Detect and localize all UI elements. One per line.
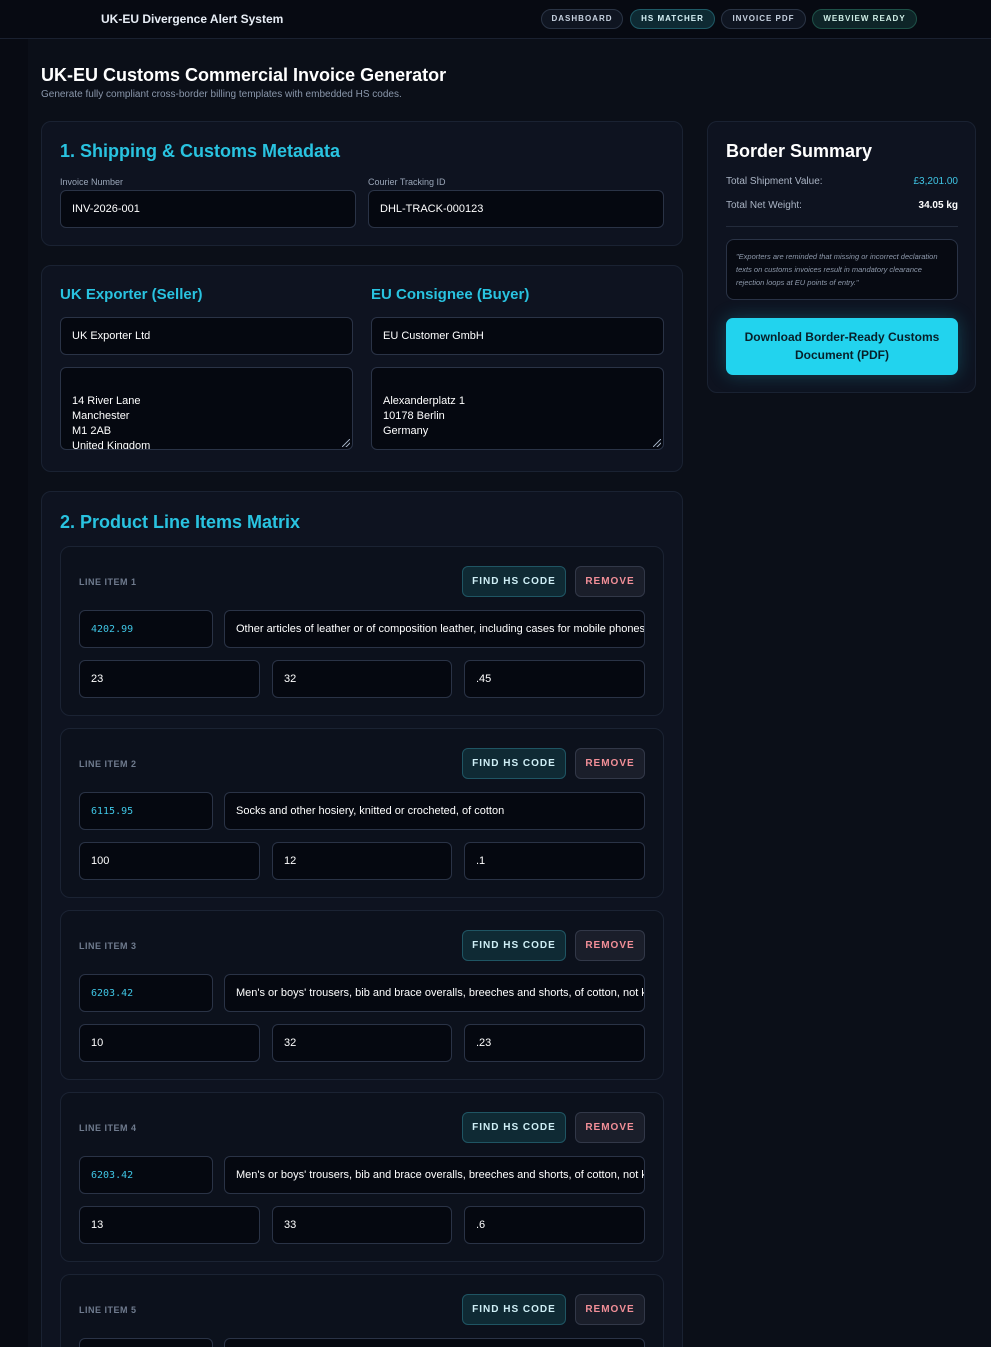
- nav-hs-matcher[interactable]: HS MATCHER: [630, 9, 715, 29]
- description-input[interactable]: Other articles of leather or of composit…: [224, 610, 645, 648]
- weight-input[interactable]: .1: [464, 842, 645, 880]
- quantity-input[interactable]: 23: [79, 660, 260, 698]
- hs-code-input[interactable]: 6115.95: [79, 792, 213, 830]
- remove-line-button[interactable]: REMOVE: [575, 566, 645, 597]
- quantity-input[interactable]: 100: [79, 842, 260, 880]
- hs-code-input[interactable]: 4202.99: [79, 610, 213, 648]
- exporter-address-text: 14 River Lane Manchester M1 2AB United K…: [72, 395, 151, 450]
- remove-line-button[interactable]: REMOVE: [575, 930, 645, 961]
- value-input[interactable]: 33: [272, 1206, 452, 1244]
- find-hs-code-button[interactable]: FIND HS CODE: [462, 748, 566, 779]
- total-value-label: Total Shipment Value:: [726, 176, 823, 187]
- app-title: UK-EU Divergence Alert System: [101, 12, 284, 26]
- line-item-card: LINE ITEM 1 FIND HS CODE REMOVE 4202.99 …: [60, 546, 664, 716]
- line-item-label: LINE ITEM 5: [79, 1305, 137, 1315]
- nav-webview-ready[interactable]: WEBVIEW READY: [812, 9, 917, 29]
- find-hs-code-button[interactable]: FIND HS CODE: [462, 1294, 566, 1325]
- total-value-key: Total Shipment Value:: [726, 176, 823, 187]
- nav-invoice-pdf[interactable]: INVOICE PDF: [721, 9, 806, 29]
- hs-code-input[interactable]: [79, 1338, 213, 1347]
- line-item-card: LINE ITEM 2 FIND HS CODE REMOVE 6115.95 …: [60, 728, 664, 898]
- description-input[interactable]: Men's or boys' trousers, bib and brace o…: [224, 974, 645, 1012]
- line-item-card: LINE ITEM 4 FIND HS CODE REMOVE 6203.42 …: [60, 1092, 664, 1262]
- remove-line-button[interactable]: REMOVE: [575, 1112, 645, 1143]
- compliance-notice: "Exporters are reminded that missing or …: [726, 239, 958, 300]
- line-item-card: LINE ITEM 5 FIND HS CODE REMOVE: [60, 1274, 664, 1347]
- find-hs-code-button[interactable]: FIND HS CODE: [462, 566, 566, 597]
- description-input[interactable]: [224, 1338, 645, 1347]
- quantity-input[interactable]: 10: [79, 1024, 260, 1062]
- description-input[interactable]: Socks and other hosiery, knitted or croc…: [224, 792, 645, 830]
- consignee-name-input[interactable]: EU Customer GmbH: [371, 317, 664, 355]
- line-item-label: LINE ITEM 4: [79, 1123, 137, 1133]
- exporter-address-textarea[interactable]: 14 River Lane Manchester M1 2AB United K…: [60, 367, 353, 450]
- description-input[interactable]: Men's or boys' trousers, bib and brace o…: [224, 1156, 645, 1194]
- line-item-label: LINE ITEM 2: [79, 759, 137, 769]
- download-pdf-button[interactable]: Download Border-Ready Customs Document (…: [726, 318, 958, 375]
- resize-grip-icon[interactable]: [342, 439, 350, 447]
- summary-heading: Border Summary: [726, 141, 873, 161]
- consignee-address-text: Alexanderplatz 1 10178 Berlin Germany: [383, 395, 465, 437]
- weight-input[interactable]: .23: [464, 1024, 645, 1062]
- value-input[interactable]: 32: [272, 1024, 452, 1062]
- page-subtitle: Generate fully compliant cross-border bi…: [41, 89, 402, 100]
- page-title: UK-EU Customs Commercial Invoice Generat…: [41, 65, 447, 85]
- line-item-label: LINE ITEM 3: [79, 941, 137, 951]
- tracking-id-label: Courier Tracking ID: [368, 177, 446, 187]
- consignee-address-textarea[interactable]: Alexanderplatz 1 10178 Berlin Germany: [371, 367, 664, 450]
- top-navbar: UK-EU Divergence Alert System DASHBOARD …: [0, 0, 991, 39]
- total-value: £3,201.00: [913, 176, 959, 187]
- consignee-heading: EU Consignee (Buyer): [371, 286, 530, 303]
- resize-grip-icon[interactable]: [653, 439, 661, 447]
- left-rail: [0, 39, 28, 1347]
- line-item-card: LINE ITEM 3 FIND HS CODE REMOVE 6203.42 …: [60, 910, 664, 1080]
- products-heading: 2. Product Line Items Matrix: [60, 512, 301, 532]
- hs-code-input[interactable]: 6203.42: [79, 1156, 213, 1194]
- line-item-label: LINE ITEM 1: [79, 577, 137, 587]
- exporter-heading: UK Exporter (Seller): [60, 286, 203, 303]
- summary-divider: [726, 226, 958, 227]
- total-weight: 34.05 kg: [918, 200, 958, 211]
- hs-code-input[interactable]: 6203.42: [79, 974, 213, 1012]
- nav-dashboard[interactable]: DASHBOARD: [541, 9, 623, 29]
- invoice-number-input[interactable]: INV-2026-001: [60, 190, 356, 228]
- remove-line-button[interactable]: REMOVE: [575, 1294, 645, 1325]
- total-weight-label: Total Net Weight:: [726, 200, 802, 211]
- weight-input[interactable]: .6: [464, 1206, 645, 1244]
- find-hs-code-button[interactable]: FIND HS CODE: [462, 1112, 566, 1143]
- tracking-id-input[interactable]: DHL-TRACK-000123: [368, 190, 664, 228]
- find-hs-code-button[interactable]: FIND HS CODE: [462, 930, 566, 961]
- remove-line-button[interactable]: REMOVE: [575, 748, 645, 779]
- exporter-name-input[interactable]: UK Exporter Ltd: [60, 317, 353, 355]
- value-input[interactable]: 32: [272, 660, 452, 698]
- quantity-input[interactable]: 13: [79, 1206, 260, 1244]
- metadata-heading: 1. Shipping & Customs Metadata: [60, 141, 341, 161]
- weight-input[interactable]: .45: [464, 660, 645, 698]
- invoice-number-label: Invoice Number: [60, 177, 124, 187]
- total-weight-key: Total Net Weight:: [726, 200, 802, 211]
- value-input[interactable]: 12: [272, 842, 452, 880]
